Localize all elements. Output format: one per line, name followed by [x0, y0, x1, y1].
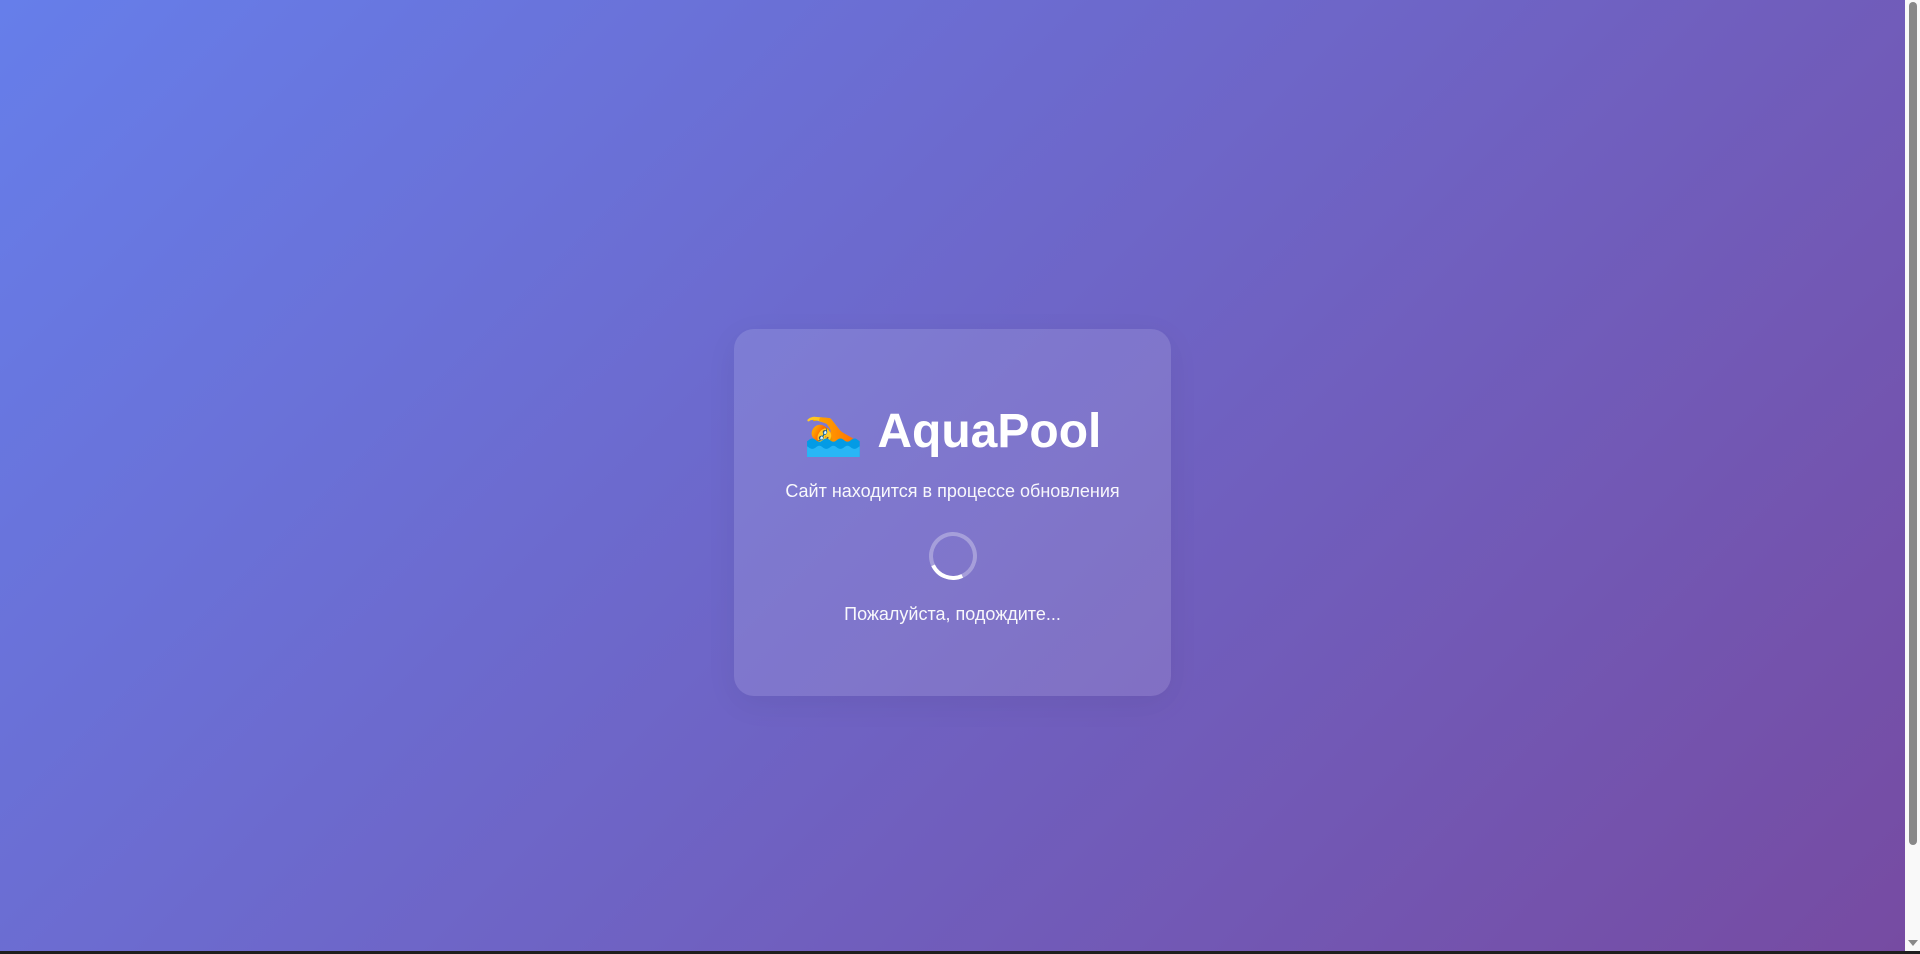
- page-title: 🏊 AquaPool: [734, 404, 1171, 459]
- brand-name: AquaPool: [877, 405, 1102, 458]
- loading-spinner-icon: [921, 525, 984, 587]
- scroll-down-arrow-icon[interactable]: [1908, 940, 1918, 946]
- vertical-scrollbar[interactable]: [1905, 0, 1920, 951]
- maintenance-page: 🏊 AquaPool Сайт находится в процессе обн…: [0, 0, 1905, 951]
- wait-message: Пожалуйста, подождите...: [844, 604, 1061, 624]
- maintenance-card: 🏊 AquaPool Сайт находится в процессе обн…: [734, 329, 1171, 696]
- scrollbar-thumb[interactable]: [1909, 2, 1917, 845]
- maintenance-message: Сайт находится в процессе обновления: [785, 481, 1120, 501]
- swimmer-icon: 🏊: [803, 404, 864, 458]
